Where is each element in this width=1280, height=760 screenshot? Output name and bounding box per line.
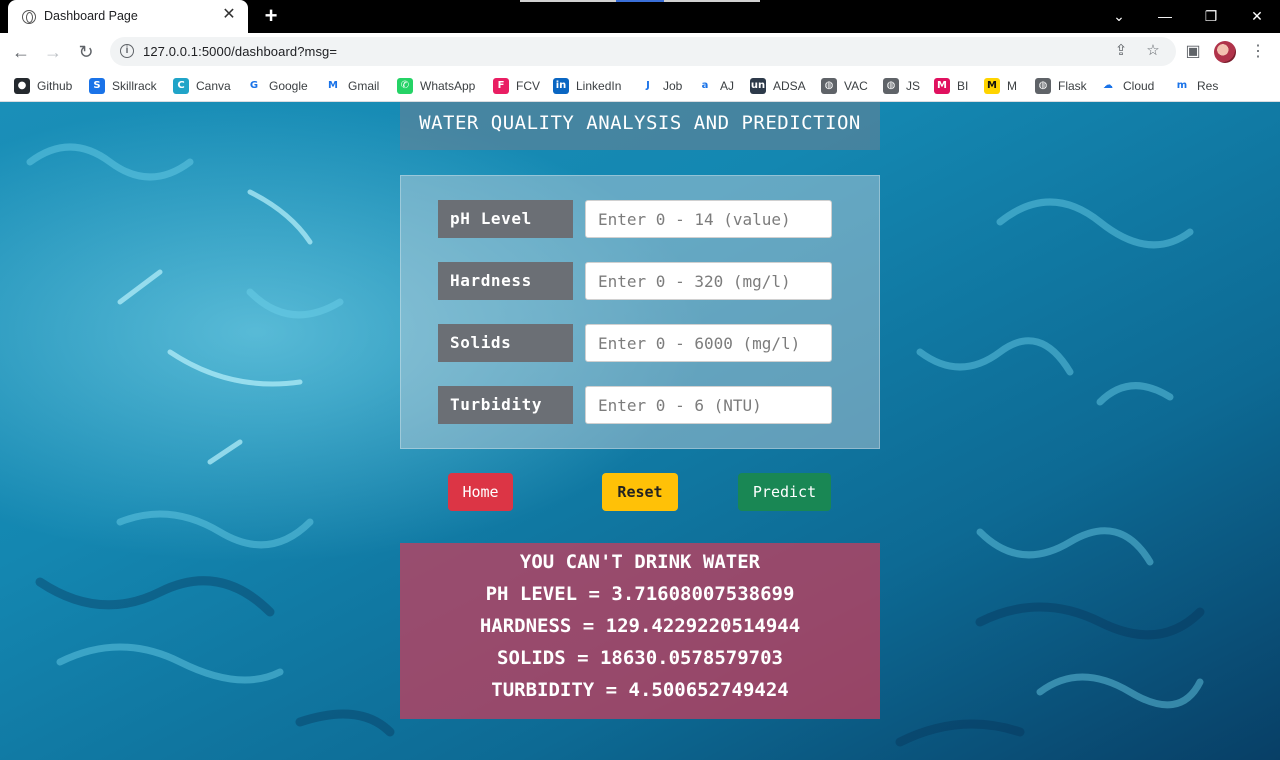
- github-icon: ●: [14, 78, 30, 94]
- tab-search-icon[interactable]: ⌄: [1109, 6, 1129, 26]
- site-info-icon[interactable]: i: [120, 44, 134, 58]
- reset-button[interactable]: Reset: [602, 473, 678, 511]
- prediction-result-panel: YOU CAN'T DRINK WATER PH LEVEL = 3.71608…: [400, 543, 880, 719]
- gmail-icon: M: [325, 78, 341, 94]
- bi-icon: M: [934, 78, 950, 94]
- m-icon: M: [984, 78, 1000, 94]
- side-panel-icon[interactable]: ▣: [1182, 41, 1204, 63]
- back-arrow-icon[interactable]: ←: [10, 41, 32, 63]
- res-icon: m: [1174, 78, 1190, 94]
- amazon-icon: a: [697, 78, 713, 94]
- result-turbidity: TURBIDITY = 4.500652749424: [491, 679, 789, 701]
- bookmark-canva[interactable]: C Canva: [173, 77, 231, 95]
- vac-icon: ◍: [821, 78, 837, 94]
- bookmark-star-icon[interactable]: ☆: [1144, 42, 1162, 60]
- more-menu-icon[interactable]: ⋮: [1247, 41, 1269, 63]
- page-content: WATER QUALITY ANALYSIS AND PREDICTION pH…: [0, 102, 1280, 760]
- bookmark-label: FCV: [516, 79, 540, 93]
- fcv-icon: F: [493, 78, 509, 94]
- home-button[interactable]: Home: [448, 473, 513, 511]
- google-icon: G: [246, 78, 262, 94]
- bookmark-label: ADSA: [773, 79, 806, 93]
- bookmark-label: Gmail: [348, 79, 380, 93]
- bookmark-label: LinkedIn: [576, 79, 622, 93]
- job-icon: J: [640, 78, 656, 94]
- bookmark-label: Google: [269, 79, 308, 93]
- result-ph-level: PH LEVEL = 3.71608007538699: [485, 583, 795, 605]
- bookmark-label: WhatsApp: [420, 79, 476, 93]
- bookmark-label: AJ: [720, 79, 735, 93]
- profile-avatar[interactable]: [1214, 41, 1236, 63]
- solids-label: Solids: [438, 324, 573, 362]
- window-drag-indicator: [520, 0, 760, 2]
- predict-button[interactable]: Predict: [738, 473, 831, 511]
- new-tab-button[interactable]: +: [260, 5, 282, 27]
- window-titlebar: Dashboard Page ✕ + ⌄ — ❐ ✕: [0, 0, 1280, 33]
- reload-icon[interactable]: ↻: [75, 41, 97, 63]
- bookmark-bi[interactable]: M BI: [934, 77, 968, 95]
- forward-arrow-icon[interactable]: →: [42, 41, 64, 63]
- bookmark-cloud[interactable]: ☁ Cloud: [1100, 77, 1154, 95]
- js-icon: ◍: [883, 78, 899, 94]
- bookmark-label: VAC: [844, 79, 868, 93]
- ph-level-label: pH Level: [438, 200, 573, 238]
- bookmark-label: M: [1007, 79, 1017, 93]
- canva-icon: C: [173, 78, 189, 94]
- bookmark-aj[interactable]: a AJ: [697, 77, 734, 95]
- page-heading-panel: WATER QUALITY ANALYSIS AND PREDICTION: [400, 102, 880, 150]
- bookmark-flask[interactable]: ◍ Flask: [1035, 77, 1087, 95]
- bookmark-res[interactable]: m Res: [1174, 77, 1218, 95]
- share-icon[interactable]: ⇪: [1112, 42, 1130, 60]
- turbidity-label: Turbidity: [438, 386, 573, 424]
- flask-icon: ◍: [1035, 78, 1051, 94]
- close-tab-icon[interactable]: ✕: [220, 6, 238, 24]
- result-verdict: YOU CAN'T DRINK WATER: [519, 551, 761, 573]
- close-window-button[interactable]: ✕: [1247, 6, 1267, 26]
- skillrack-icon: S: [89, 78, 105, 94]
- linkedin-icon: in: [553, 78, 569, 94]
- result-solids: SOLIDS = 18630.0578579703: [497, 647, 783, 669]
- bookmark-skillrack[interactable]: S Skillrack: [89, 77, 157, 95]
- bookmark-label: Res: [1197, 79, 1219, 93]
- browser-toolbar: ← → ↻ i 127.0.0.1:5000/dashboard?msg= ⇪ …: [0, 33, 1280, 70]
- bookmark-vac[interactable]: ◍ VAC: [821, 77, 868, 95]
- cloud-icon: ☁: [1100, 78, 1116, 94]
- whatsapp-icon: ✆: [397, 78, 413, 94]
- bookmark-label: Flask: [1058, 79, 1087, 93]
- address-bar[interactable]: i 127.0.0.1:5000/dashboard?msg= ⇪ ☆: [110, 37, 1176, 66]
- bookmark-adsa[interactable]: un ADSA: [750, 77, 806, 95]
- hardness-label: Hardness: [438, 262, 573, 300]
- solids-input[interactable]: [585, 324, 832, 362]
- browser-tab[interactable]: Dashboard Page ✕: [8, 0, 248, 33]
- bookmark-label: Skillrack: [112, 79, 157, 93]
- tab-title: Dashboard Page: [44, 9, 138, 23]
- restore-button[interactable]: ❐: [1201, 6, 1221, 26]
- bookmark-github[interactable]: ● Github: [14, 77, 72, 95]
- bookmark-job[interactable]: J Job: [640, 77, 682, 95]
- bookmark-fcv[interactable]: F FCV: [493, 77, 540, 95]
- bookmark-linkedin[interactable]: in LinkedIn: [553, 77, 621, 95]
- turbidity-input[interactable]: [585, 386, 832, 424]
- adsa-icon: un: [750, 78, 766, 94]
- globe-icon: [22, 10, 36, 24]
- bookmark-label: JS: [906, 79, 921, 93]
- bookmark-m[interactable]: MM: [984, 77, 1017, 95]
- bookmark-label: Job: [663, 79, 683, 93]
- bookmarks-bar: ● Github S Skillrack C Canva G Google M Gmail ✆ Wha…: [0, 70, 1280, 102]
- ph-level-input[interactable]: [585, 200, 832, 238]
- bookmark-whatsapp[interactable]: ✆ WhatsApp: [397, 77, 475, 95]
- bookmark-label: Canva: [196, 79, 231, 93]
- bookmark-gmail[interactable]: M Gmail: [325, 77, 379, 95]
- bookmark-js[interactable]: ◍ JS: [883, 77, 920, 95]
- hardness-input[interactable]: [585, 262, 832, 300]
- bookmark-label: BI: [957, 79, 969, 93]
- bookmark-label: Github: [37, 79, 73, 93]
- page-title: WATER QUALITY ANALYSIS AND PREDICTION: [419, 112, 861, 134]
- input-form: pH Level Hardness Solids Turbidity: [400, 175, 880, 449]
- bookmark-label: Cloud: [1123, 79, 1155, 93]
- minimize-button[interactable]: —: [1155, 6, 1175, 26]
- bookmark-google[interactable]: G Google: [246, 77, 308, 95]
- result-hardness: HARDNESS = 129.4229220514944: [479, 615, 801, 637]
- url-text[interactable]: 127.0.0.1:5000/dashboard?msg=: [143, 44, 337, 59]
